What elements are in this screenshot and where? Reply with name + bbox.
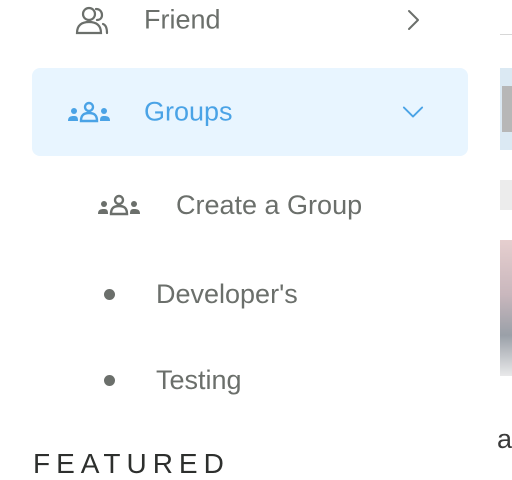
sidebar-item-label: Friend [144,4,221,35]
chevron-right-icon [402,9,424,31]
card-thumbnail [502,86,512,132]
bullet-icon [104,288,115,300]
sidebar: Friend Groups Create a Group Developer's… [0,0,500,479]
profile-photo[interactable] [500,240,512,376]
chevron-down-icon [402,101,424,123]
main-content-edge [500,0,512,468]
subitem-testing[interactable]: Testing [104,358,242,402]
groups-icon [66,97,112,127]
divider [500,34,512,35]
subitem-create-group[interactable]: Create a Group [96,183,362,227]
friend-icon [66,5,112,35]
subitem-label: Create a Group [176,189,363,220]
sidebar-item-label: Groups [144,96,233,127]
bullet-icon [104,374,115,386]
content-bar [500,180,512,210]
create-group-icon [96,190,142,220]
subitem-label: Testing [156,364,242,395]
sidebar-item-groups[interactable]: Groups [32,68,468,156]
content-card[interactable] [500,68,512,150]
edge-text: a [497,424,512,454]
sidebar-item-friend[interactable]: Friend [32,0,468,64]
section-title-featured: FEATURED [33,448,230,479]
subitem-developers[interactable]: Developer's [104,272,298,316]
subitem-label: Developer's [156,278,298,309]
